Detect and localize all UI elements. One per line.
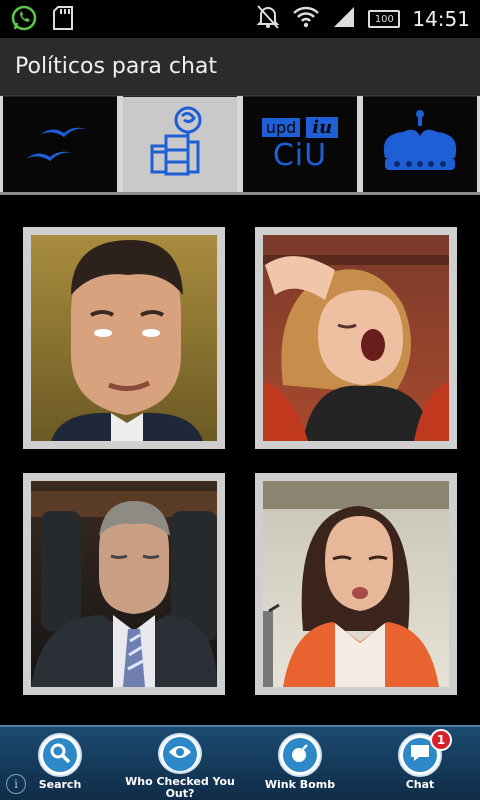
page-title: Políticos para chat xyxy=(15,54,218,79)
ciu-logo: CiU xyxy=(272,137,328,173)
signal-icon xyxy=(332,5,356,33)
search-icon xyxy=(49,742,71,768)
photo-image xyxy=(263,235,449,441)
status-bar: 100 14:51 xyxy=(0,0,480,38)
who-checked-you-out-button[interactable]: Who Checked You Out? xyxy=(120,727,240,800)
wink-bomb-button[interactable]: Wink Bomb xyxy=(240,727,360,800)
clock: 14:51 xyxy=(412,7,470,31)
photo-image xyxy=(31,481,217,687)
tab-pp[interactable] xyxy=(3,96,117,192)
wink-bomb-button-inner xyxy=(283,738,317,772)
photo-image xyxy=(31,235,217,441)
iu-logo: iu xyxy=(306,116,339,138)
who-checked-button-circle xyxy=(158,733,202,774)
upd-logo: upd xyxy=(261,117,301,137)
chat-icon xyxy=(409,743,431,767)
alarm-off-icon xyxy=(256,4,280,34)
politician-photo-4[interactable] xyxy=(255,473,457,695)
politician-photo-1[interactable] xyxy=(23,227,225,449)
search-label: Search xyxy=(38,778,82,791)
info-icon[interactable]: i xyxy=(6,774,26,794)
photo-image xyxy=(263,481,449,687)
wink-bomb-label: Wink Bomb xyxy=(264,778,336,791)
politician-photo-2[interactable] xyxy=(255,227,457,449)
bomb-icon xyxy=(289,742,311,768)
wink-bomb-button-circle xyxy=(278,733,322,777)
chat-unread-badge: 1 xyxy=(430,729,452,751)
politician-photo-3[interactable] xyxy=(23,473,225,695)
app-title-bar: Políticos para chat xyxy=(0,38,480,96)
who-checked-label: Who Checked You Out? xyxy=(125,775,235,800)
party-tabs: upd iu CiU xyxy=(0,96,480,194)
bottom-action-bar: Search Who Checked You Out? Wink Bomb 1 … xyxy=(0,725,480,800)
gull-logo-icon xyxy=(20,113,100,177)
battery-icon: 100 xyxy=(368,10,401,28)
politician-grid xyxy=(0,195,480,725)
battery-text: 100 xyxy=(374,13,394,25)
whatsapp-icon xyxy=(10,4,38,36)
search-button-circle xyxy=(38,733,82,777)
chat-label: Chat xyxy=(405,778,435,791)
sd-card-icon xyxy=(52,5,74,35)
search-button-inner xyxy=(43,738,77,772)
wifi-icon xyxy=(292,5,320,33)
who-checked-button-inner xyxy=(163,736,197,771)
tab-crown[interactable] xyxy=(363,96,477,192)
eye-icon xyxy=(168,743,192,765)
upd-iu-ciu-logos: upd iu CiU xyxy=(261,116,339,173)
crown-icon xyxy=(375,108,465,182)
chat-button[interactable]: 1 Chat xyxy=(360,727,480,800)
tab-others[interactable]: upd iu CiU xyxy=(243,96,357,192)
tab-psoe[interactable] xyxy=(123,96,237,192)
fist-rose-logo-icon xyxy=(140,102,220,188)
